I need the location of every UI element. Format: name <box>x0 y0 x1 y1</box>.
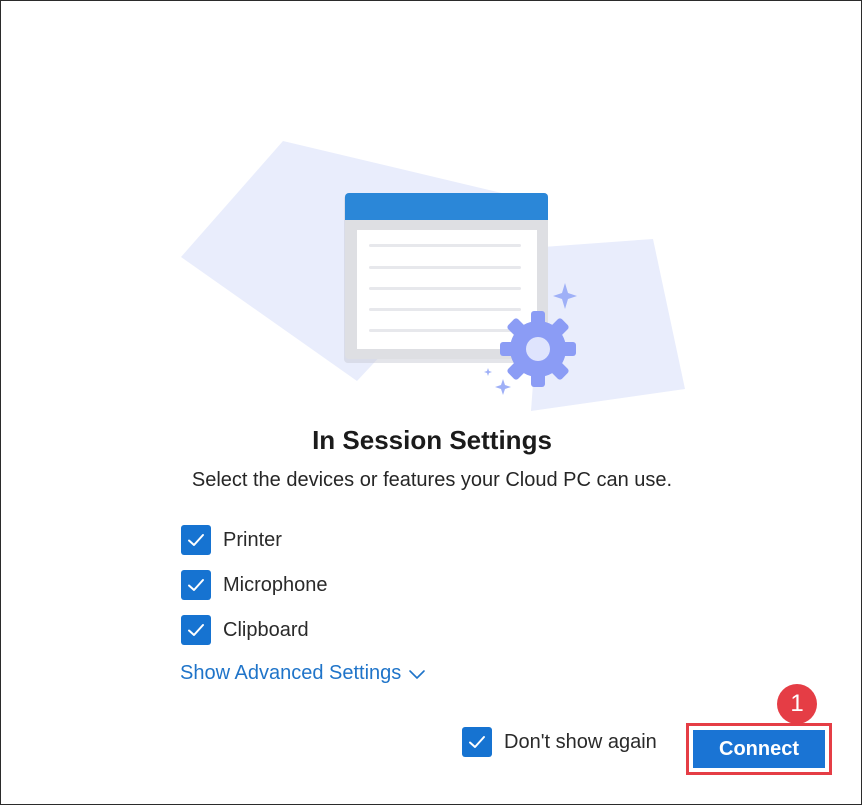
step-number-badge: 1 <box>777 684 817 724</box>
show-advanced-settings-link[interactable]: Show Advanced Settings <box>180 662 426 685</box>
illustration-line <box>369 287 521 290</box>
dialog-window: In Session Settings Select the devices o… <box>0 0 862 805</box>
connect-button[interactable]: Connect <box>693 730 825 768</box>
dialog-title: In Session Settings <box>312 425 552 455</box>
illustration-line <box>369 329 521 332</box>
sparkle-icon <box>495 379 511 395</box>
sparkle-icon <box>484 368 492 376</box>
connect-button-highlight: Connect <box>686 723 832 775</box>
option-clipboard[interactable]: Clipboard <box>181 615 309 645</box>
chevron-down-icon <box>409 669 426 679</box>
checkmark-icon <box>188 534 204 546</box>
dont-show-again-option[interactable]: Don't show again <box>462 727 657 757</box>
option-printer[interactable]: Printer <box>181 525 282 555</box>
checkmark-icon <box>188 624 204 636</box>
dialog-subtitle: Select the devices or features your Clou… <box>191 469 673 491</box>
dont-show-again-checkbox[interactable] <box>462 727 492 757</box>
show-advanced-settings-label: Show Advanced Settings <box>180 662 402 684</box>
clipboard-checkbox[interactable] <box>181 615 211 645</box>
settings-illustration <box>181 141 685 411</box>
printer-checkbox[interactable] <box>181 525 211 555</box>
dont-show-again-label: Don't show again <box>504 730 657 753</box>
checkmark-icon <box>188 579 204 591</box>
checkmark-icon <box>469 736 485 748</box>
illustration-line <box>369 266 521 269</box>
illustration-line <box>369 308 521 311</box>
printer-label: Printer <box>223 528 282 551</box>
option-microphone[interactable]: Microphone <box>181 570 328 600</box>
microphone-checkbox[interactable] <box>181 570 211 600</box>
clipboard-label: Clipboard <box>223 618 309 641</box>
microphone-label: Microphone <box>223 573 328 596</box>
illustration-line <box>369 244 521 247</box>
gear-icon <box>500 311 576 387</box>
